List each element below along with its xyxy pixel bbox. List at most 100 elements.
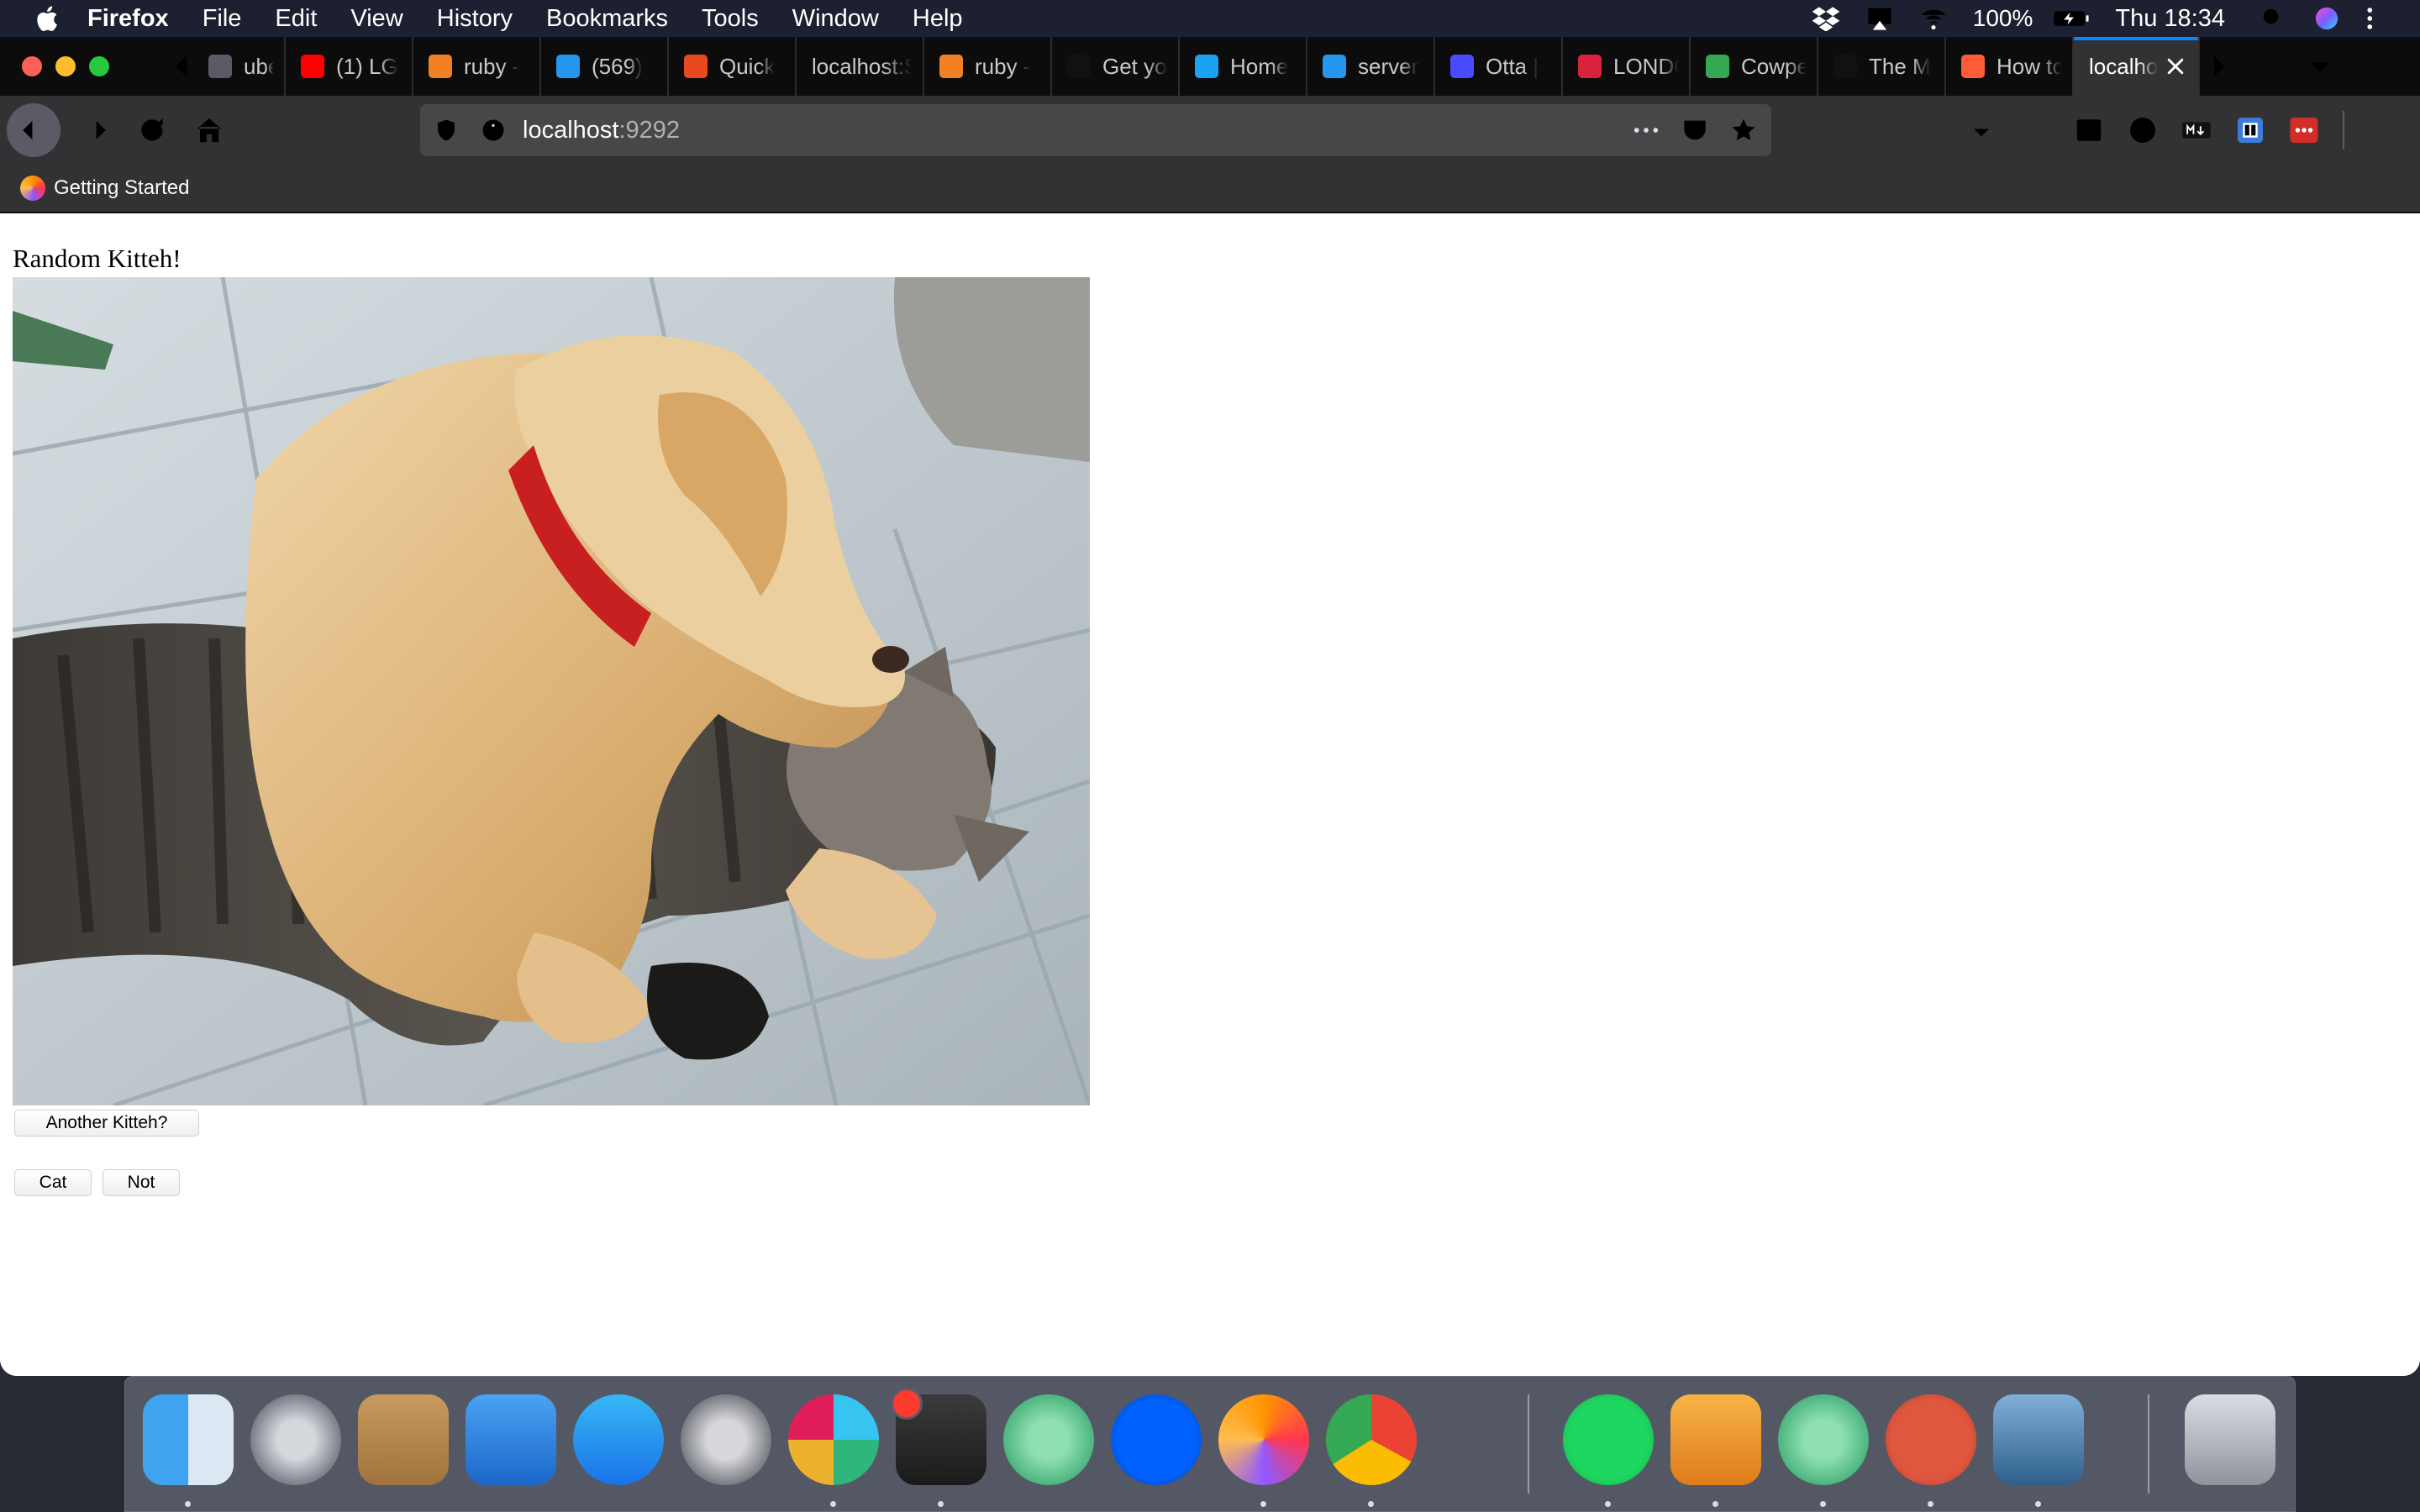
menu-view[interactable]: View bbox=[350, 5, 402, 33]
system-preferences-icon[interactable] bbox=[681, 1394, 771, 1485]
airplay-icon[interactable] bbox=[1865, 6, 1894, 31]
preview-icon[interactable] bbox=[1993, 1394, 2084, 1485]
minimize-window-button[interactable] bbox=[55, 56, 76, 76]
close-window-button[interactable] bbox=[22, 56, 42, 76]
w-icon bbox=[1833, 55, 1857, 78]
spotlight-search-icon[interactable] bbox=[2259, 6, 2287, 31]
another-kitteh-button[interactable]: Another Kitteh? bbox=[14, 1110, 199, 1137]
bookmark-star-icon[interactable] bbox=[1729, 116, 1758, 144]
menu-file[interactable]: File bbox=[203, 5, 242, 33]
tab-title: Cowpe bbox=[1741, 53, 1807, 79]
hamburger-menu-icon[interactable] bbox=[2366, 115, 2396, 145]
url-text[interactable]: localhost:9292 bbox=[523, 117, 680, 144]
wifi-icon[interactable] bbox=[1919, 6, 1948, 31]
battery-icon[interactable] bbox=[2053, 6, 2090, 31]
page-actions-more-icon[interactable] bbox=[1632, 116, 1660, 144]
downloads-icon[interactable] bbox=[1966, 115, 1996, 145]
tab[interactable]: Quick bbox=[669, 37, 797, 96]
cat-button[interactable]: Cat bbox=[14, 1169, 92, 1196]
markdown-extension-icon[interactable] bbox=[2181, 115, 2212, 145]
tab-list: ubert (1) LG ruby - (569) Quick localhost:S ru… bbox=[202, 37, 2200, 96]
notification-center-icon[interactable] bbox=[2366, 6, 2395, 31]
menu-edit[interactable]: Edit bbox=[275, 5, 317, 33]
atom-icon[interactable] bbox=[1003, 1394, 1094, 1485]
tab[interactable]: How to bbox=[1946, 37, 2074, 96]
navigation-toolbar: localhost:9292 bbox=[0, 96, 2420, 165]
contacts-icon[interactable] bbox=[358, 1394, 449, 1485]
not-button[interactable]: Not bbox=[103, 1169, 180, 1196]
tab-title: Otta | bbox=[1486, 53, 1539, 79]
app-store-icon[interactable] bbox=[573, 1394, 664, 1485]
site-info-icon[interactable] bbox=[481, 118, 506, 143]
macos-menu-bar: Firefox File Edit View History Bookmarks… bbox=[0, 0, 2420, 37]
tab[interactable]: localhost:S bbox=[797, 37, 924, 96]
pages-icon[interactable] bbox=[1670, 1394, 1761, 1485]
menu-app-name[interactable]: Firefox bbox=[87, 5, 169, 33]
forward-icon[interactable] bbox=[79, 114, 111, 146]
dock-separator bbox=[1528, 1394, 1529, 1494]
finder-icon[interactable] bbox=[143, 1394, 234, 1485]
tab[interactable]: ruby - bbox=[924, 37, 1052, 96]
tab-scroll-left-icon[interactable] bbox=[171, 53, 192, 80]
tab-title: localho bbox=[2089, 53, 2159, 79]
tab-title: localhost:S bbox=[812, 53, 913, 79]
battery-percentage[interactable]: 100% bbox=[1973, 5, 2033, 32]
tab[interactable]: (1) LG bbox=[286, 37, 413, 96]
new-tab-icon[interactable] bbox=[2252, 52, 2281, 81]
tab-active[interactable]: localho bbox=[2074, 37, 2200, 96]
keynote-icon[interactable] bbox=[466, 1394, 556, 1485]
tab[interactable]: Get yo bbox=[1052, 37, 1180, 96]
running-indicator bbox=[185, 1501, 191, 1507]
menu-window[interactable]: Window bbox=[792, 5, 879, 33]
remote-desktop-icon[interactable] bbox=[1886, 1394, 1976, 1485]
apple-icon[interactable] bbox=[34, 4, 59, 33]
tab-scroll-right-icon[interactable] bbox=[2212, 52, 2227, 81]
back-button[interactable] bbox=[7, 103, 60, 157]
running-indicator bbox=[2035, 1501, 2041, 1507]
spotify-icon[interactable] bbox=[1563, 1394, 1654, 1485]
page-content: Random Kitteh! Another Kitteh? Cat Not bbox=[0, 213, 2420, 1376]
menu-help[interactable]: Help bbox=[913, 5, 963, 33]
dropbox-status-icon[interactable] bbox=[1812, 6, 1840, 31]
tab[interactable]: (569) bbox=[541, 37, 669, 96]
pocket-icon[interactable] bbox=[1681, 116, 1709, 144]
menu-history[interactable]: History bbox=[437, 5, 513, 33]
zoom-window-button[interactable] bbox=[89, 56, 109, 76]
running-indicator bbox=[1368, 1501, 1374, 1507]
bookmark-getting-started[interactable]: Getting Started bbox=[54, 176, 189, 200]
account-icon[interactable] bbox=[2128, 115, 2158, 145]
dropbox-icon[interactable] bbox=[1111, 1394, 1202, 1485]
list-all-tabs-icon[interactable] bbox=[2306, 52, 2334, 81]
home-icon[interactable] bbox=[193, 114, 225, 146]
tab-title: Get yo bbox=[1102, 53, 1167, 79]
tab[interactable]: The M bbox=[1818, 37, 1946, 96]
reload-icon[interactable] bbox=[136, 114, 168, 146]
tab[interactable]: Home bbox=[1180, 37, 1307, 96]
trash-icon[interactable] bbox=[2185, 1394, 2275, 1485]
launchpad-icon[interactable] bbox=[250, 1394, 341, 1485]
library-icon[interactable] bbox=[2020, 115, 2050, 145]
menu-bookmarks[interactable]: Bookmarks bbox=[546, 5, 668, 33]
lastpass-extension-icon[interactable] bbox=[2289, 115, 2319, 145]
tab[interactable]: ruby - bbox=[413, 37, 541, 96]
tab[interactable]: ubert bbox=[202, 37, 286, 96]
url-bar[interactable]: localhost:9292 bbox=[420, 104, 1771, 156]
slack-icon[interactable] bbox=[788, 1394, 879, 1485]
sidebar-icon[interactable] bbox=[2074, 115, 2104, 145]
toolbar-separator bbox=[2343, 111, 2344, 150]
tab[interactable]: LONDO bbox=[1563, 37, 1691, 96]
chrome-icon[interactable] bbox=[1326, 1394, 1417, 1485]
tab[interactable]: server bbox=[1307, 37, 1435, 96]
siri-icon[interactable] bbox=[2312, 6, 2341, 31]
tab[interactable]: Cowpe bbox=[1691, 37, 1818, 96]
container-extension-icon[interactable] bbox=[2235, 115, 2265, 145]
firefox-icon[interactable] bbox=[1218, 1394, 1309, 1485]
docker-icon bbox=[1323, 55, 1346, 78]
close-tab-icon[interactable] bbox=[2165, 55, 2186, 77]
atom-icon[interactable] bbox=[1778, 1394, 1869, 1485]
tab-title: Quick bbox=[719, 53, 776, 79]
menu-clock[interactable]: Thu 18:34 bbox=[2115, 5, 2225, 33]
tab[interactable]: Otta | bbox=[1435, 37, 1563, 96]
tracking-protection-shield-icon[interactable] bbox=[434, 118, 459, 143]
menu-tools[interactable]: Tools bbox=[702, 5, 759, 33]
